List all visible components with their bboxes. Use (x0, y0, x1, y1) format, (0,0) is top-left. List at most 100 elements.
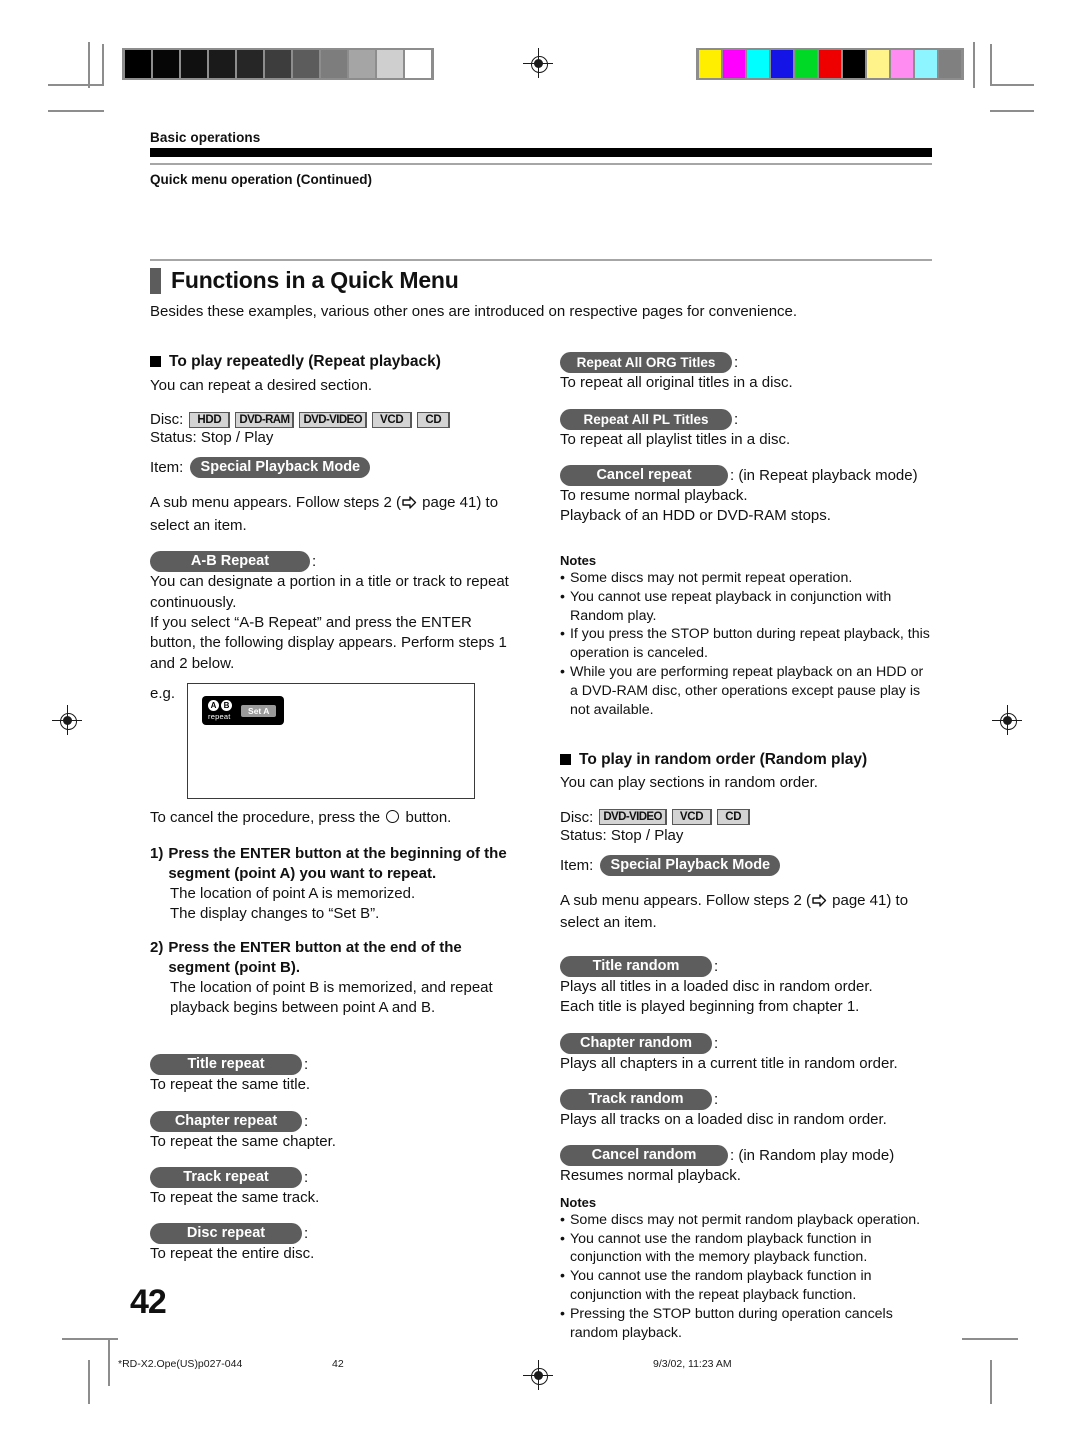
disc-compatibility-row-repeat: Disc: HDD DVD-RAM DVD-VIDEO VCD CD (150, 411, 522, 428)
stop-circle-button-icon (386, 810, 400, 824)
page-content: Basic operations Quick menu operation (C… (150, 0, 932, 1343)
disc-badge-vcd: VCD (671, 809, 712, 826)
heading-random-play: To play in random order (Random play) (560, 750, 932, 769)
option-row-cancel-random: Cancel random : (in Random play mode) (560, 1145, 932, 1167)
cancel-procedure-text: To cancel the procedure, press the butto… (150, 809, 452, 827)
cancel-random-description: Resumes normal playback. (560, 1167, 741, 1185)
track-random-description: Plays all tracks on a loaded disc in ran… (560, 1110, 887, 1128)
item-label: Item: (560, 856, 594, 874)
disc-compatibility-row-random: Disc: DVD-VIDEO VCD CD (560, 809, 932, 826)
note-item: • Pressing the STOP button during operati… (560, 1306, 893, 1341)
disc-label: Disc: (150, 411, 184, 429)
option-row-repeat-all-pl: Repeat All PL Titles : (560, 408, 932, 430)
page-arrow-icon (812, 893, 827, 913)
pill-special-playback-mode[interactable]: Special Playback Mode (600, 854, 781, 876)
pill-cancel-repeat[interactable]: Cancel repeat (560, 465, 728, 487)
pill-colon: : (312, 553, 317, 571)
ab-repeat-indicator: A B repeat (208, 700, 233, 721)
disc-badge-dvd-video: DVD-VIDEO (299, 411, 366, 428)
pill-tail: : (714, 1090, 719, 1108)
pill-tail: : (734, 410, 739, 428)
title-random-description: Plays all titles in a loaded disc in ran… (560, 977, 873, 1016)
crop-tick-right (973, 42, 975, 88)
pill-tail: : (714, 957, 719, 975)
item-row-random: Item: Special Playback Mode (560, 854, 932, 876)
section-header: Functions in a Quick Menu (150, 267, 932, 294)
header-rule-gray (150, 163, 932, 165)
track-repeat-description: To repeat the same track. (150, 1189, 320, 1207)
option-row-disc-repeat: Disc repeat : (150, 1223, 522, 1245)
circle-a-icon: A (208, 700, 220, 712)
note-item: • You cannot use repeat playback in conju… (560, 588, 892, 624)
pill-track-random[interactable]: Track random (560, 1088, 712, 1110)
pill-ab-repeat[interactable]: A-B Repeat (150, 551, 310, 573)
bullet-icon: • (560, 664, 565, 681)
submenu-instruction-repeat: A sub menu appears. Follow steps 2 ( pag… (150, 494, 499, 534)
option-row-title-repeat: Title repeat : (150, 1054, 522, 1076)
pill-chapter-repeat[interactable]: Chapter repeat (150, 1110, 302, 1132)
item-row-repeat: Item: Special Playback Mode (150, 457, 522, 479)
heading-repeat-playback: To play repeatedly (Repeat playback) (150, 352, 522, 371)
pill-track-repeat[interactable]: Track repeat (150, 1167, 302, 1189)
registration-mark-bottom-center (523, 1360, 553, 1390)
pill-repeat-all-pl-titles[interactable]: Repeat All PL Titles (560, 408, 732, 430)
registration-mark-right-middle (992, 705, 1022, 735)
notes-list-repeat: • Some discs may not permit repeat operat… (560, 569, 932, 720)
pill-special-playback-mode[interactable]: Special Playback Mode (190, 457, 371, 479)
pill-chapter-random[interactable]: Chapter random (560, 1032, 712, 1054)
running-head-subkicker: Quick menu operation (Continued) (150, 172, 372, 187)
repeat-all-org-description: To repeat all original titles in a disc. (560, 374, 793, 392)
black-square-bullet-icon (560, 753, 571, 765)
option-row-ab-repeat: A-B Repeat : (150, 551, 522, 573)
pill-colon: : (304, 1056, 309, 1074)
disc-badge-hdd: HDD (189, 411, 230, 428)
chapter-repeat-description: To repeat the same chapter. (150, 1132, 336, 1150)
submenu-instruction-random: A sub menu appears. Follow steps 2 ( pag… (560, 891, 909, 932)
bullet-icon: • (560, 1306, 565, 1323)
pill-title-repeat[interactable]: Title repeat (150, 1054, 302, 1076)
osd-set-a-badge: Set A (241, 704, 277, 717)
step-number: 1) (150, 844, 164, 862)
pill-tail: : (734, 354, 739, 372)
page-title: Functions in a Quick Menu (171, 267, 459, 293)
pill-title-random[interactable]: Title random (560, 955, 712, 977)
eg-label: e.g. (150, 685, 176, 703)
option-row-track-random: Track random : (560, 1088, 932, 1110)
two-column-body: To play repeatedly (Repeat playback) You… (150, 352, 932, 1343)
step-body: The location of point B is memorized, an… (170, 979, 493, 1017)
page-arrow-icon (402, 495, 417, 515)
section-accent-mark (150, 267, 161, 294)
page-number: 42 (130, 1283, 167, 1321)
crop-tick-left (88, 42, 90, 88)
disc-badge-dvd-ram: DVD-RAM (235, 411, 294, 428)
right-column: Repeat All ORG Titles : To repeat all or… (560, 352, 932, 1343)
footer-page-number: 42 (332, 1358, 344, 1370)
ab-repeat-description: You can designate a portion in a title o… (150, 573, 509, 672)
pill-cancel-random[interactable]: Cancel random (560, 1145, 728, 1167)
disc-badge-vcd: VCD (371, 411, 412, 428)
bullet-icon: • (560, 588, 565, 605)
random-lead-text: You can play sections in random order. (560, 774, 818, 792)
pill-repeat-all-org-titles[interactable]: Repeat All ORG Titles (560, 352, 732, 374)
step-item: 2) Press the ENTER button at the end of … (150, 938, 522, 1018)
note-item: • You cannot use the random playback func… (560, 1230, 872, 1266)
footer-filename: *RD-X2.Ope(US)p027-044 (118, 1358, 243, 1370)
pill-tail: : (in Repeat playback mode) (730, 467, 918, 485)
step-item: 1) Press the ENTER button at the beginni… (150, 844, 522, 924)
disc-badge-cd: CD (717, 809, 750, 826)
bullet-icon: • (560, 626, 565, 643)
pill-disc-repeat[interactable]: Disc repeat (150, 1223, 302, 1245)
running-head-kicker: Basic operations (150, 130, 261, 145)
bullet-icon: • (560, 1211, 565, 1228)
option-row-track-repeat: Track repeat : (150, 1167, 522, 1189)
notes-heading-repeat: Notes (560, 552, 597, 568)
note-item: • While you are performing repeat playbac… (560, 664, 924, 718)
disc-badge-cd: CD (417, 411, 450, 428)
option-row-chapter-repeat: Chapter repeat : (150, 1110, 522, 1132)
note-item: • You cannot use the random playback func… (560, 1268, 872, 1304)
circle-b-icon: B (221, 700, 233, 712)
section-intro: Besides these examples, various other on… (150, 303, 798, 320)
step-number: 2) (150, 938, 164, 956)
crop-tick-bottom-left (108, 1340, 110, 1386)
disc-repeat-description: To repeat the entire disc. (150, 1245, 315, 1263)
